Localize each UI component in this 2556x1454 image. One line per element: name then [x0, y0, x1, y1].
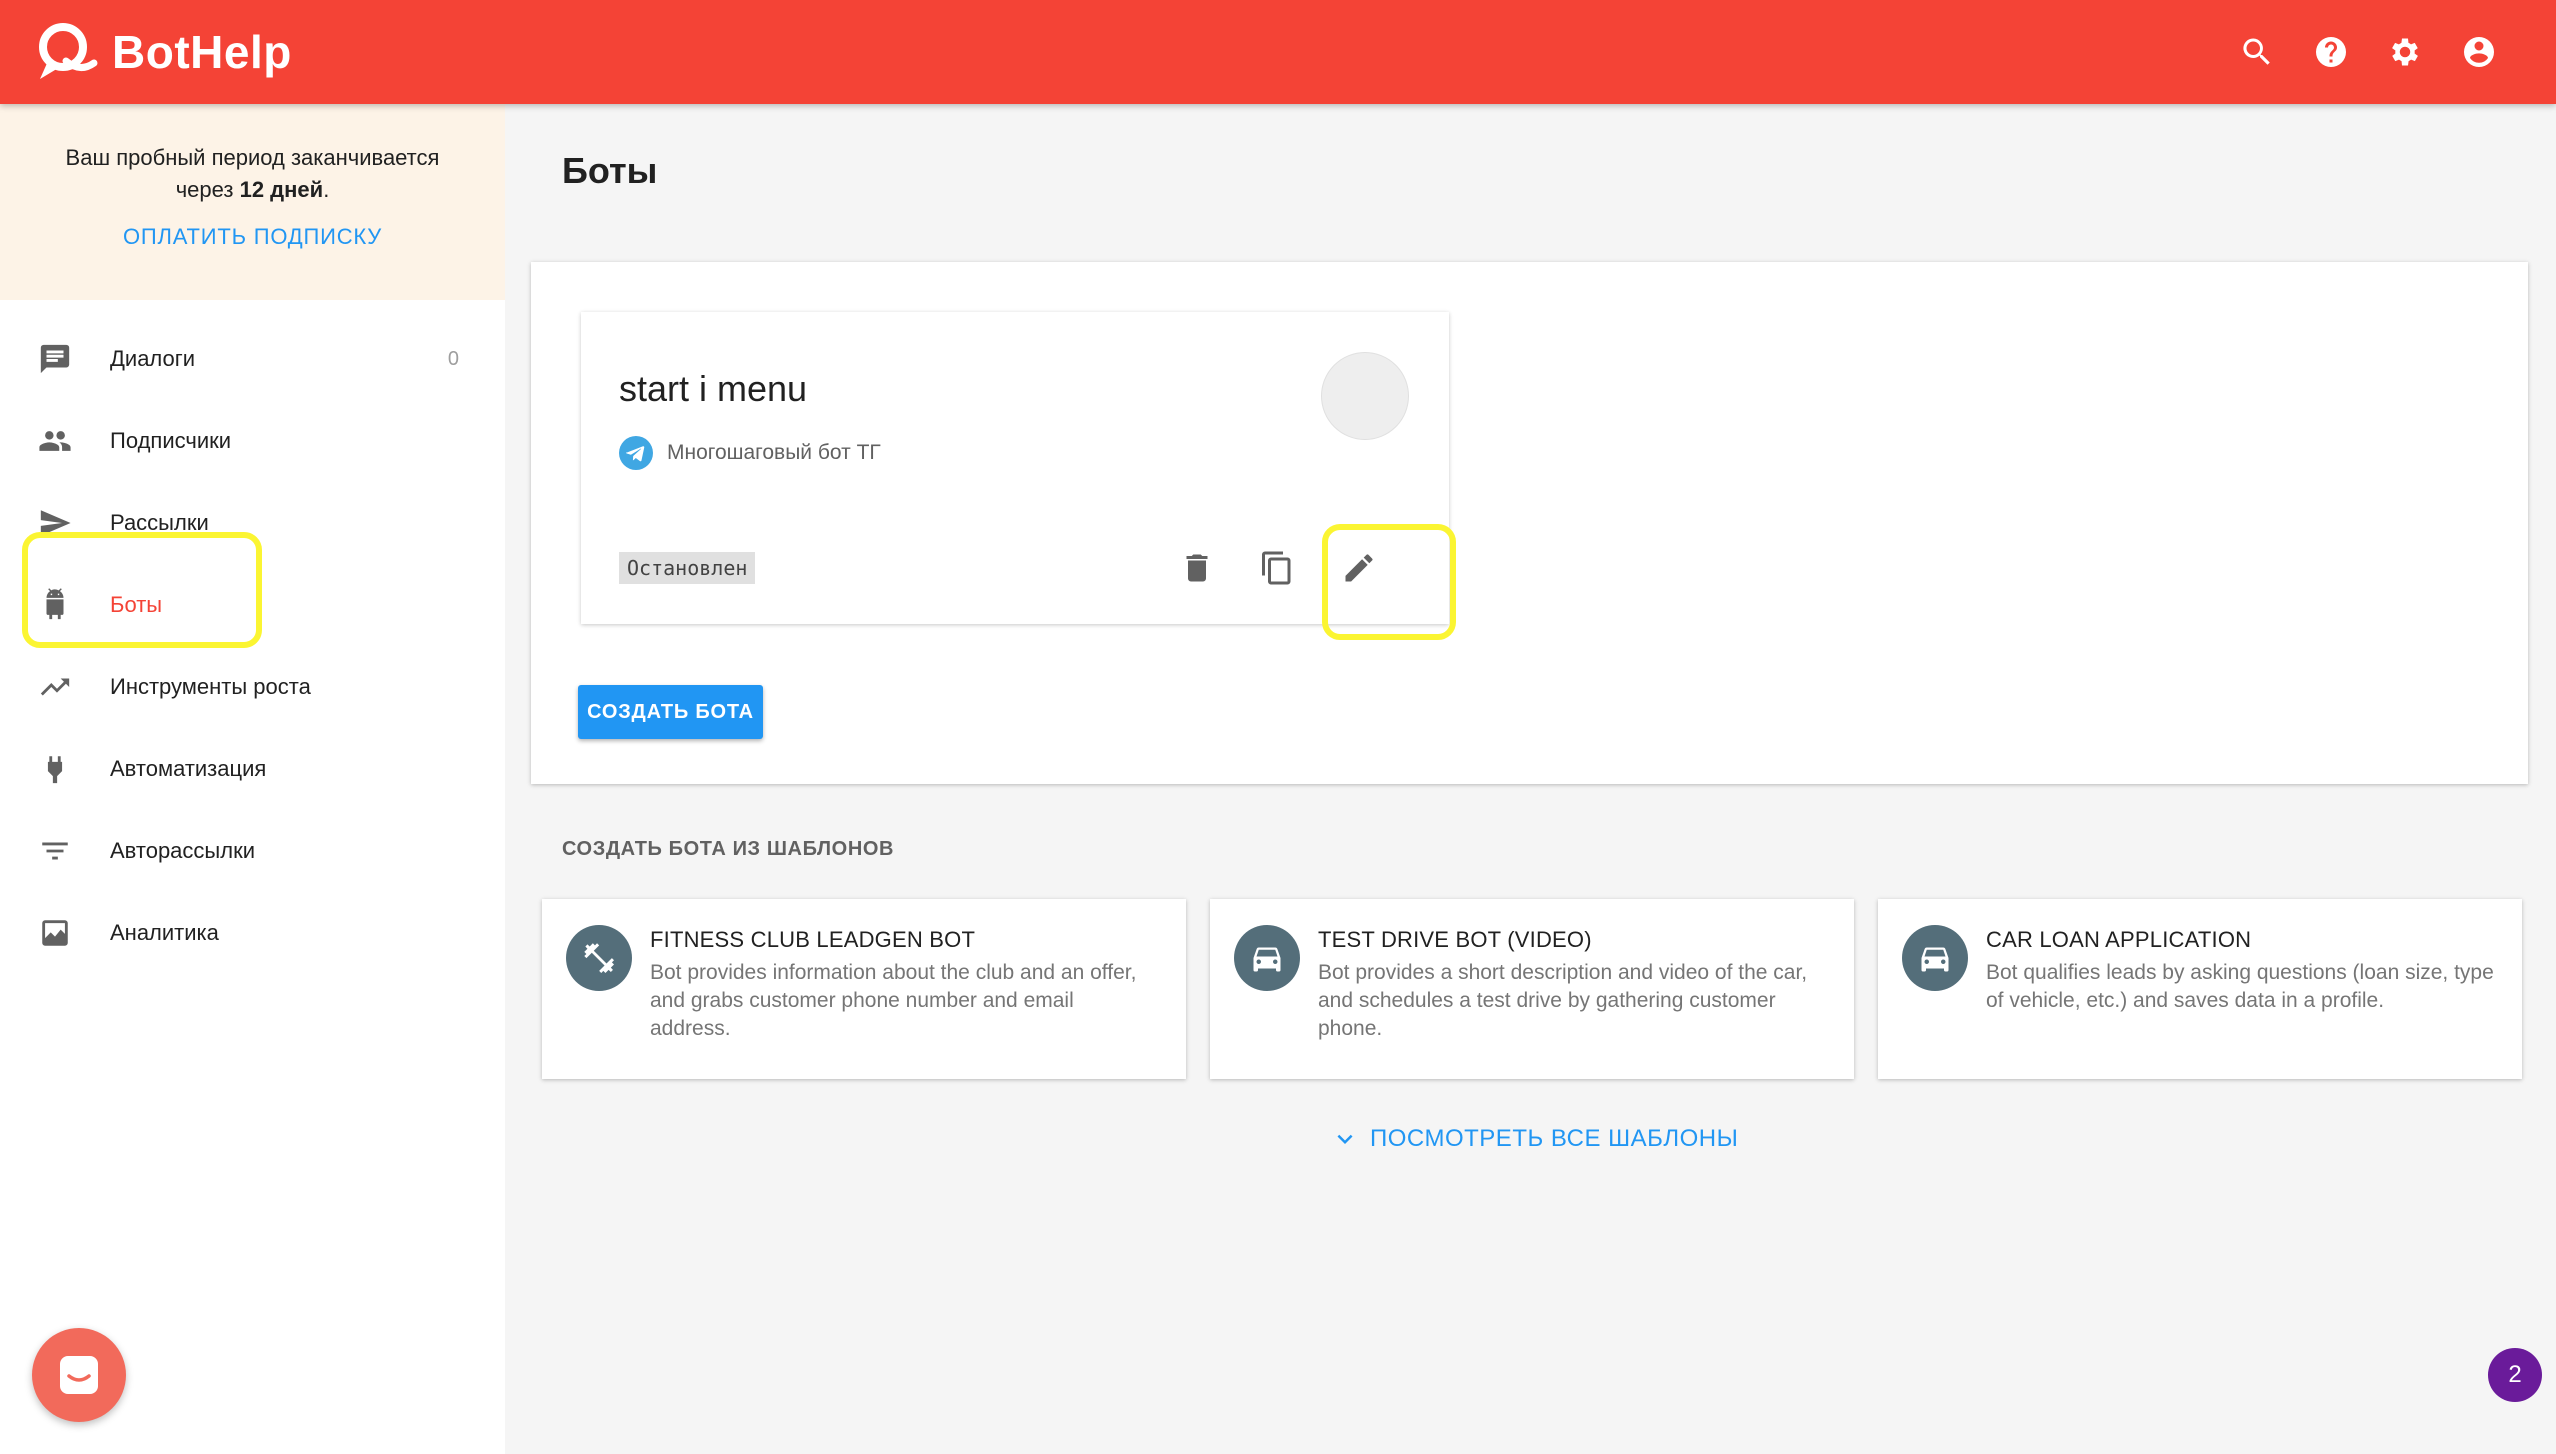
fitness-icon — [584, 943, 614, 973]
create-bot-button[interactable]: СОЗДАТЬ БОТА — [578, 685, 763, 739]
trending-up-icon — [40, 678, 70, 696]
bot-type-label: Многошаговый бот ТГ — [667, 441, 881, 464]
sidebar-item-broadcasts[interactable]: Рассылки — [0, 482, 505, 564]
template-icon — [566, 925, 632, 991]
send-icon — [40, 510, 71, 536]
sidebar-item-analytics[interactable]: Аналитика — [0, 892, 505, 974]
sidebar-nav: Диалоги 0 Подписчики Рассылки Боты Инстр… — [0, 300, 505, 974]
sidebar-item-automation[interactable]: Автоматизация — [0, 728, 505, 810]
trial-line-2-suffix: . — [323, 177, 330, 202]
template-title: TEST DRIVE BOT (VIDEO) — [1318, 927, 1592, 952]
bot-name: start i menu — [619, 368, 808, 409]
analytics-icon — [42, 920, 68, 946]
templates-heading: СОЗДАТЬ БОТА ИЗ ШАБЛОНОВ — [562, 838, 895, 860]
help-button[interactable] — [2294, 15, 2368, 89]
sidebar-item-label: Боты — [110, 592, 163, 617]
chat-launcher-button[interactable] — [32, 1328, 126, 1422]
search-icon — [2243, 38, 2270, 65]
sidebar: Ваш пробный период заканчивается через 1… — [0, 104, 505, 1454]
view-all-templates-link[interactable]: ПОСМОТРЕТЬ ВСЕ ШАБЛОНЫ — [1330, 1124, 1738, 1154]
view-all-templates-label: ПОСМОТРЕТЬ ВСЕ ШАБЛОНЫ — [1370, 1125, 1739, 1152]
template-icon — [1902, 925, 1968, 991]
dialogs-count: 0 — [447, 347, 459, 370]
settings-icon — [2392, 38, 2418, 66]
sidebar-item-auto-broadcasts[interactable]: Авторассылки — [0, 810, 505, 892]
chat-icon — [40, 344, 70, 374]
car-icon — [1921, 947, 1949, 972]
account-icon — [2464, 37, 2494, 67]
pencil-icon — [1345, 554, 1373, 582]
settings-button[interactable] — [2368, 15, 2442, 89]
car-icon — [1253, 947, 1281, 972]
bots-panel: start i menu Многошаговый бот ТГ Останов… — [531, 262, 2528, 784]
trial-message: Ваш пробный период заканчивается через 1… — [0, 142, 505, 206]
people-icon — [39, 431, 71, 451]
status-badge: Остановлен — [619, 552, 756, 584]
account-button[interactable] — [2442, 15, 2516, 89]
trial-days: 12 дней — [239, 177, 324, 202]
sidebar-item-dialogs[interactable]: Диалоги 0 — [0, 318, 505, 400]
sidebar-item-label: Диалоги — [110, 346, 196, 371]
template-description: Bot qualifies leads by asking questions … — [1986, 961, 2494, 1012]
template-icon — [1234, 925, 1300, 991]
logo[interactable]: BotHelp — [30, 17, 292, 87]
android-icon — [46, 588, 64, 620]
telegram-icon — [619, 436, 653, 470]
sidebar-item-label: Аналитика — [110, 920, 219, 945]
trial-banner: Ваш пробный период заканчивается через 1… — [0, 104, 505, 300]
template-card-test-drive[interactable]: TEST DRIVE BOT (VIDEO) Bot provides a sh… — [1210, 899, 1854, 1079]
template-description: Bot provides information about the club … — [650, 961, 1137, 1040]
plug-icon — [47, 756, 63, 784]
sidebar-item-label: Инструменты роста — [110, 674, 311, 699]
edit-bot-button[interactable] — [1329, 538, 1389, 598]
template-card-car-loan[interactable]: CAR LOAN APPLICATION Bot qualifies leads… — [1878, 899, 2522, 1079]
search-button[interactable] — [2220, 15, 2294, 89]
copy-bot-button[interactable] — [1247, 538, 1307, 598]
top-bar: BotHelp — [0, 0, 2556, 104]
template-description: Bot provides a short description and vid… — [1318, 961, 1808, 1040]
bot-avatar — [1321, 352, 1409, 440]
help-icon — [2316, 37, 2346, 67]
chat-bubble-icon — [60, 1356, 98, 1394]
page-title: Боты — [562, 150, 658, 191]
sidebar-item-subscribers[interactable]: Подписчики — [0, 400, 505, 482]
trash-icon — [1186, 554, 1208, 582]
sidebar-item-label: Подписчики — [110, 428, 232, 453]
template-title: CAR LOAN APPLICATION — [1986, 927, 2252, 952]
logo-text: BotHelp — [112, 26, 292, 78]
filter-icon — [42, 842, 68, 860]
sidebar-item-label: Рассылки — [110, 510, 209, 535]
sidebar-item-label: Авторассылки — [110, 838, 255, 863]
bothelp-logo-icon — [39, 23, 98, 79]
bot-type: Многошаговый бот ТГ — [619, 436, 881, 470]
header-actions — [2220, 15, 2516, 89]
sidebar-item-bots[interactable]: Боты — [0, 564, 505, 646]
template-title: FITNESS CLUB LEADGEN BOT — [650, 927, 976, 952]
sidebar-item-growth-tools[interactable]: Инструменты роста — [0, 646, 505, 728]
chevron-down-icon — [1337, 1134, 1353, 1144]
notification-badge[interactable]: 2 — [2488, 1348, 2542, 1402]
pay-subscription-link[interactable]: ОПЛАТИТЬ ПОДПИСКУ — [123, 224, 382, 250]
trial-line-1: Ваш пробный период заканчивается — [65, 145, 440, 170]
bot-card[interactable]: start i menu Многошаговый бот ТГ Останов… — [581, 312, 1449, 624]
trial-line-2-prefix: через — [175, 177, 240, 202]
template-card-fitness[interactable]: FITNESS CLUB LEADGEN BOT Bot provides in… — [542, 899, 1186, 1079]
sidebar-item-label: Автоматизация — [110, 756, 267, 781]
delete-bot-button[interactable] — [1167, 538, 1227, 598]
copy-icon — [1262, 551, 1291, 585]
